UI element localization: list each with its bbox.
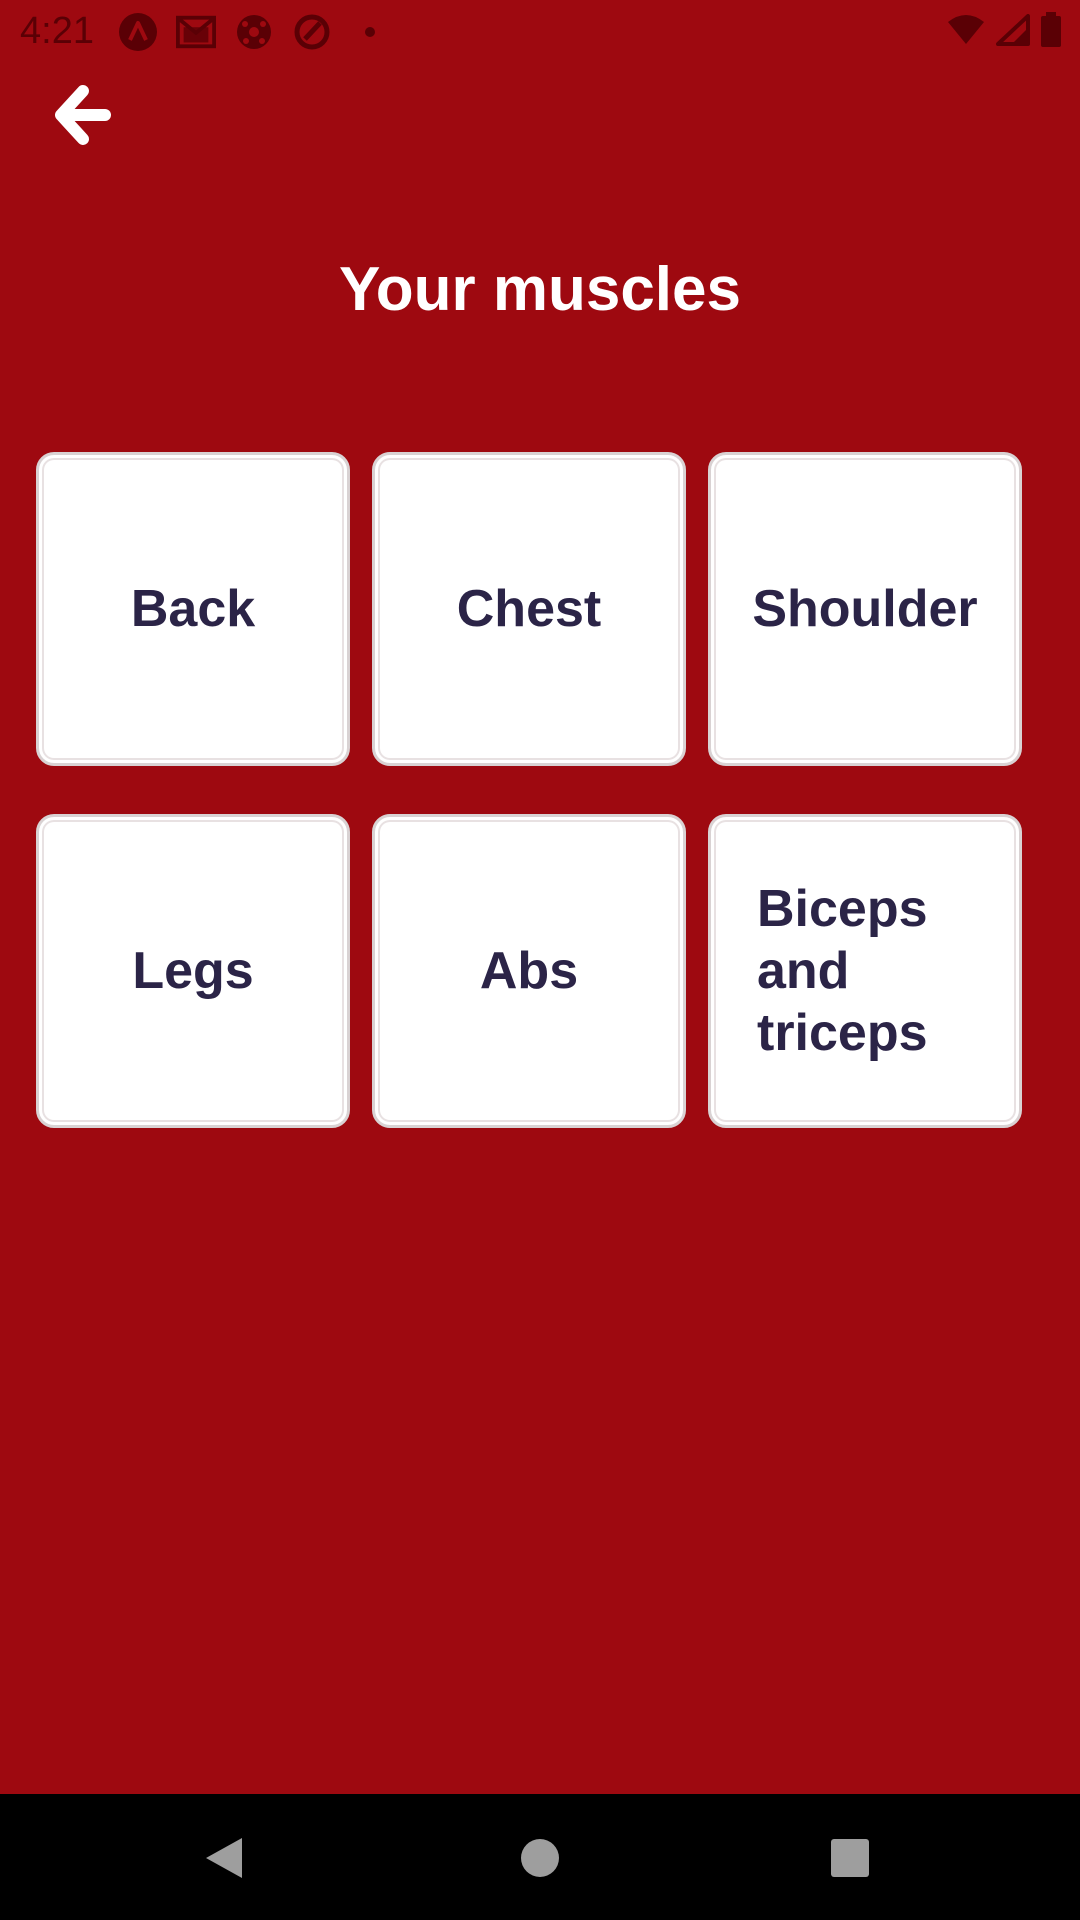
nav-home-button[interactable] [512, 1830, 568, 1886]
battery-icon [1040, 12, 1062, 53]
signal-icon [996, 14, 1030, 51]
card-legs[interactable]: Legs [36, 814, 350, 1128]
gmail-icon [176, 12, 216, 52]
card-label: Back [130, 580, 256, 638]
nav-home-icon [521, 1839, 559, 1877]
nav-recents-button[interactable] [822, 1830, 878, 1886]
card-label: Legs [132, 942, 254, 1000]
card-abs[interactable]: Abs [372, 814, 686, 1128]
dot-icon [350, 12, 390, 52]
notification-icons [118, 12, 390, 52]
soccer-ball-icon [234, 12, 274, 52]
nav-recents-icon [831, 1839, 869, 1877]
card-shoulder[interactable]: Shoulder [708, 452, 1022, 766]
page-title: Your muscles [338, 255, 741, 324]
nav-back-button[interactable] [196, 1830, 252, 1886]
muscle-grid: Back Chest Shoulder Legs Abs Biceps and … [36, 452, 1036, 1128]
back-button[interactable] [48, 80, 118, 150]
card-biceps-and-triceps[interactable]: Biceps and triceps [708, 814, 1022, 1128]
at-sign-icon [292, 12, 332, 52]
wifi-icon [946, 14, 986, 51]
card-label: Shoulder [752, 580, 978, 638]
status-time: 4:21 [20, 10, 94, 52]
nav-back-icon [206, 1838, 242, 1878]
card-chest[interactable]: Chest [372, 452, 686, 766]
app-a-icon [118, 12, 158, 52]
card-label: Biceps and triceps [757, 880, 928, 1062]
status-bar: 4:21 [0, 0, 1080, 64]
arrow-left-icon [55, 85, 111, 145]
card-label: Chest [456, 580, 602, 638]
card-back[interactable]: Back [36, 452, 350, 766]
system-icons [946, 12, 1062, 53]
system-nav-bar [0, 1794, 1080, 1920]
card-label: Abs [479, 942, 579, 1000]
